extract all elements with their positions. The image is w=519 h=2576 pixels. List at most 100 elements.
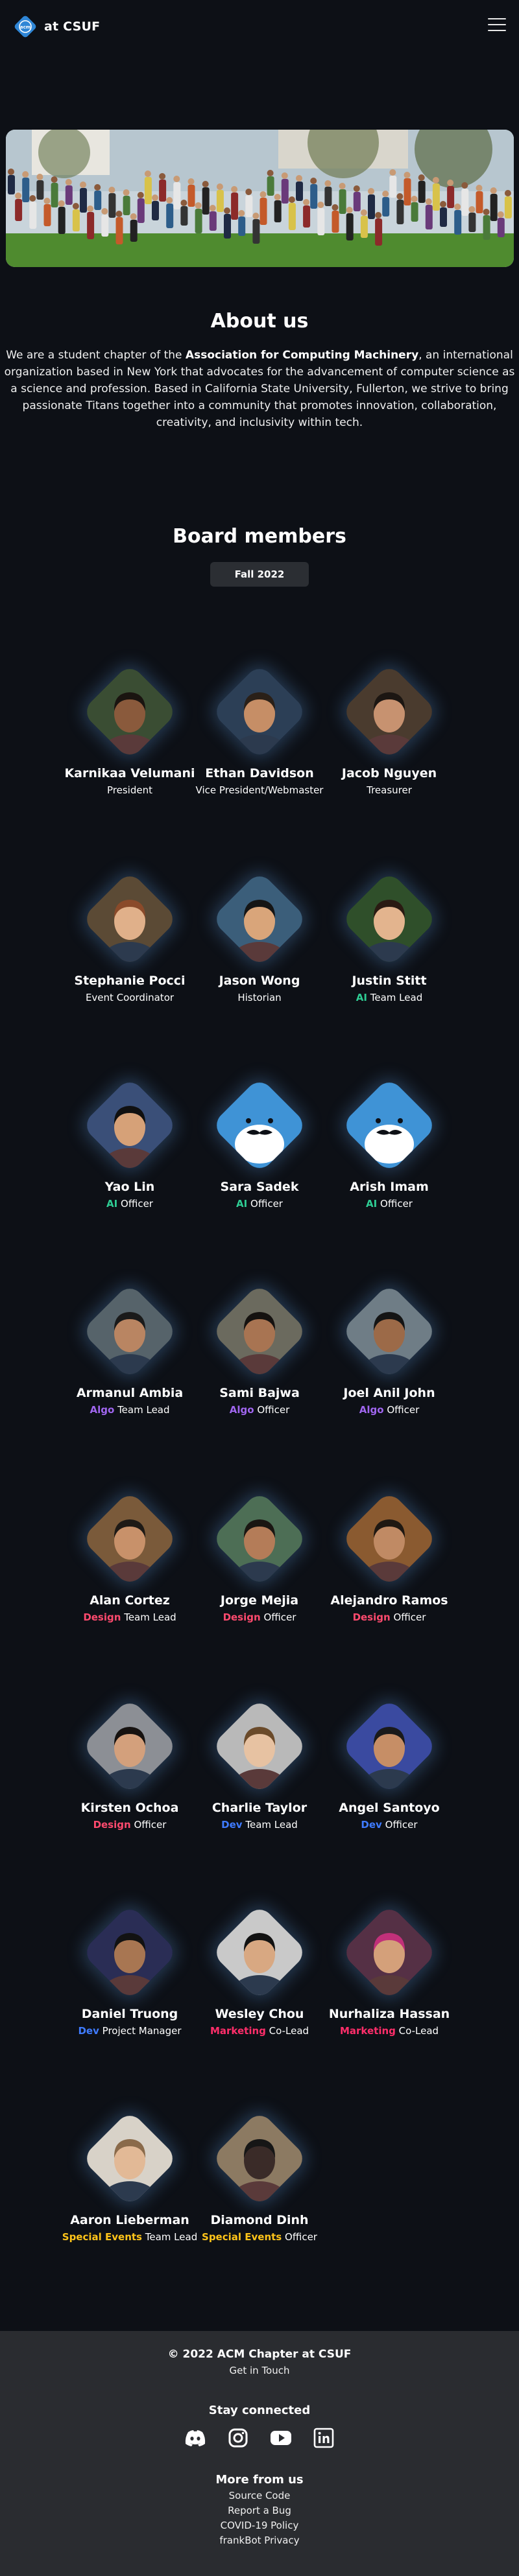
board-section: Board members Fall 2022 [0,525,519,587]
member-role: AI Team Lead [305,992,474,1003]
team-tag: Dev [221,1819,243,1831]
covid-policy-link[interactable]: COVID-19 Policy [0,2520,519,2531]
member-photo [211,2110,308,2207]
report-bug-link[interactable]: Report a Bug [0,2505,519,2516]
role-title: Team Lead [117,1404,170,1416]
member-name: Nurhaliza Hassan [328,2007,450,2021]
role-title: Project Manager [102,2025,182,2037]
member-photo [341,871,438,968]
role-title: Co-Lead [269,2025,309,2037]
board-member-card: Angel Santoyo Dev Officer [305,1698,474,1831]
member-photo [211,1490,308,1587]
member-photo [211,1077,308,1174]
role-title: Officer [380,1198,413,1210]
team-tag: Design [83,1611,121,1623]
member-photo [81,663,178,760]
member-name: Alejandro Ramos [330,1593,448,1608]
team-tag: Dev [361,1819,382,1831]
board-title: Board members [173,525,346,548]
role-title: Officer [387,1404,420,1416]
member-role: Marketing Co-Lead [305,2025,474,2037]
brand-text: at CSUF [44,19,101,34]
role-title: Officer [257,1404,290,1416]
member-photo [211,1904,308,2001]
member-photo [81,1904,178,2001]
role-title: Treasurer [367,784,412,796]
member-name: Diamond Dinh [210,2213,309,2227]
social-links [0,2425,519,2451]
member-photo [211,871,308,968]
member-photo [81,2110,178,2207]
linkedin-icon[interactable] [311,2425,337,2451]
role-title: Team Lead [370,992,423,1003]
member-role: Dev Officer [305,1819,474,1831]
member-name: Justin Stitt [352,974,427,988]
acm-name: Association for Computing Machinery [185,349,419,362]
role-title: Officer [250,1198,283,1210]
member-photo [341,1283,438,1380]
team-tag: Algo [90,1404,115,1416]
member-photo [81,871,178,968]
member-photo [81,1490,178,1587]
term-selector-button[interactable]: Fall 2022 [210,562,309,587]
member-photo [341,1698,438,1795]
hamburger-menu-icon[interactable] [488,18,506,32]
board-member-card: Diamond Dinh Special Events Officer [175,2110,344,2243]
about-title: About us [210,310,309,333]
member-name: Joel Anil John [343,1386,435,1400]
group-photo [6,130,514,267]
board-member-card: Joel Anil John Algo Officer [305,1283,474,1416]
member-photo [341,1904,438,2001]
team-tag: Marketing [339,2025,396,2037]
board-member-card: Arish Imam AI Officer [305,1077,474,1210]
role-title: President [107,784,152,796]
role-title: Co-Lead [398,2025,439,2037]
role-title: Historian [237,992,282,1003]
member-photo [81,1283,178,1380]
member-photo [211,1698,308,1795]
board-member-card: Alejandro Ramos Design Officer [305,1490,474,1623]
board-member-card: Jacob Nguyen Treasurer [305,663,474,796]
team-tag: Design [93,1819,131,1831]
member-photo [211,1283,308,1380]
member-photo [341,1077,438,1174]
team-tag: AI [366,1198,378,1210]
instagram-icon[interactable] [225,2425,251,2451]
role-title: Vice President/Webmaster [195,784,324,796]
role-title: Team Lead [245,1819,298,1831]
member-role: Algo Officer [305,1404,474,1416]
board-member-card: Justin Stitt AI Team Lead [305,871,474,1003]
discord-icon[interactable] [182,2425,208,2451]
member-name: Jacob Nguyen [341,766,437,780]
acm-logo-icon: acm [14,16,36,38]
member-photo [341,1490,438,1587]
site-footer: © 2022 ACM Chapter at CSUF Get in Touch … [0,2331,519,2576]
copyright-text: © 2022 ACM Chapter at CSUF [167,2348,352,2361]
team-tag: Special Events [202,2231,282,2243]
team-tag: Design [223,1611,261,1623]
member-name: Angel Santoyo [339,1801,440,1815]
team-tag: Marketing [210,2025,266,2037]
member-photo [81,1698,178,1795]
team-tag: AI [236,1198,248,1210]
team-tag: Special Events [62,2231,142,2243]
team-tag: Algo [359,1404,384,1416]
role-title: Team Lead [124,1611,176,1623]
source-code-link[interactable]: Source Code [0,2490,519,2501]
team-tag: Algo [229,1404,254,1416]
about-section: About us We are a student chapter of the… [0,310,519,431]
role-title: Officer [121,1198,153,1210]
board-member-card: Nurhaliza Hassan Marketing Co-Lead [305,1904,474,2037]
member-name: Arish Imam [350,1180,429,1194]
role-title: Officer [393,1611,426,1623]
frankbot-privacy-link[interactable]: frankBot Privacy [0,2535,519,2546]
member-role: Treasurer [305,784,474,796]
team-tag: AI [106,1198,118,1210]
member-role: Design Officer [305,1611,474,1623]
stay-connected-heading: Stay connected [208,2404,311,2417]
home-logo-link[interactable]: acm at CSUF [13,14,100,39]
youtube-icon[interactable] [268,2425,294,2451]
team-tag: Dev [78,2025,99,2037]
member-photo [211,663,308,760]
get-in-touch-link[interactable]: Get in Touch [0,2365,519,2376]
